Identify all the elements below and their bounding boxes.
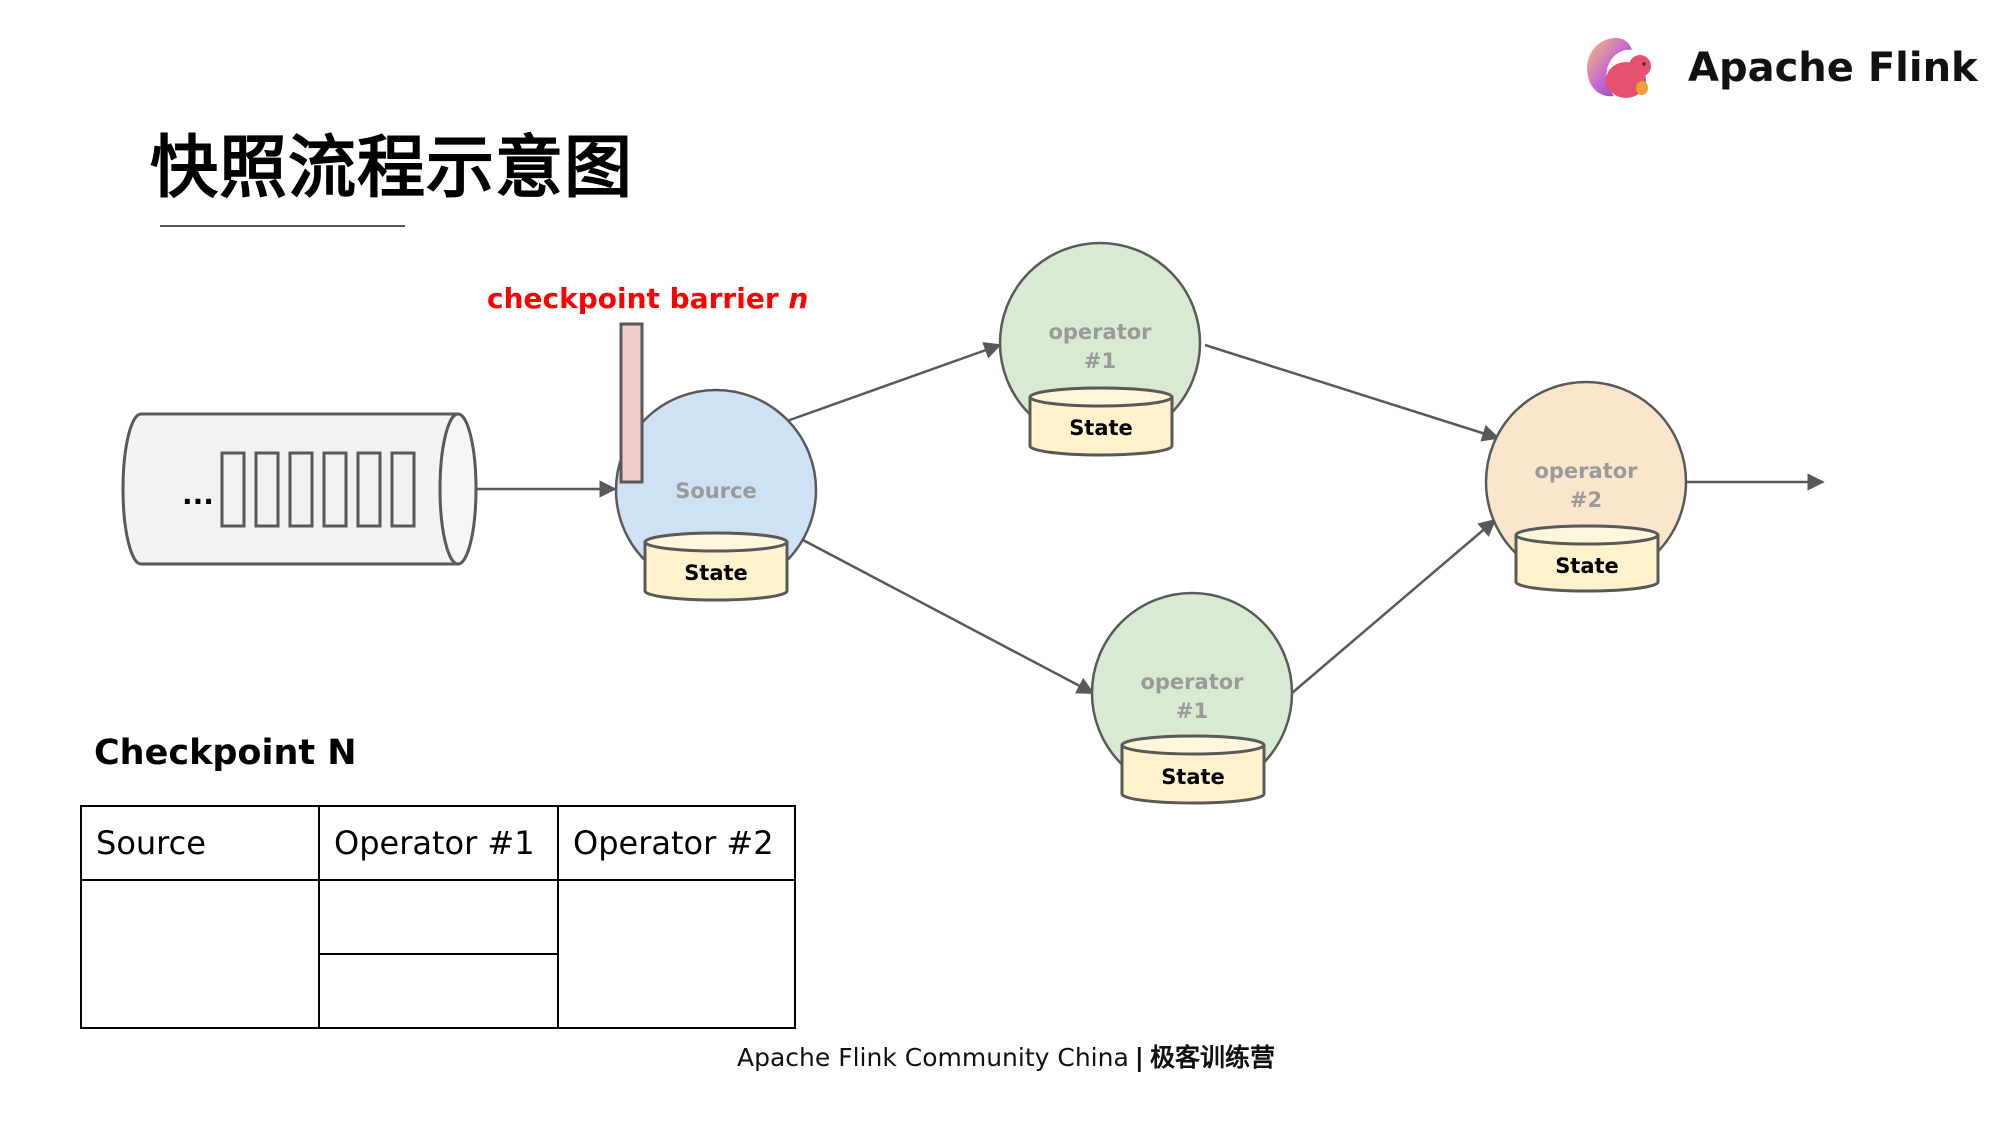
- node-operator1-top-label: operator: [1048, 320, 1152, 344]
- footer-community: Apache Flink Community China: [737, 1043, 1129, 1072]
- node-operator1-top-number: #1: [1084, 349, 1116, 373]
- stream-ellipsis: ...: [182, 478, 214, 511]
- operator1-bottom-state-label: State: [1161, 765, 1225, 789]
- cell-operator2-snapshot: [557, 879, 796, 1029]
- cell-source-snapshot: [80, 879, 320, 1029]
- column-header-source: Source: [80, 805, 320, 881]
- node-source: Source State: [614, 388, 818, 602]
- checkpoint-table: Source Operator #1 Operator #2: [80, 805, 796, 1029]
- checkpoint-heading: Checkpoint N: [94, 733, 357, 773]
- operator1-top-state-store: State: [1028, 386, 1174, 457]
- column-header-operator1: Operator #1: [318, 805, 559, 881]
- node-operator1-bottom: operator #1 State: [1090, 591, 1294, 805]
- node-operator1-top: operator #1 State: [998, 241, 1202, 457]
- edge-op1-top-to-op2: [1204, 343, 1500, 442]
- cell-operator1-snapshot-a: [318, 879, 559, 955]
- source-state-label: State: [684, 561, 748, 585]
- checkpoint-table-header: Source Operator #1 Operator #2: [80, 805, 796, 881]
- node-operator2-label: operator: [1534, 459, 1638, 483]
- operator2-state-label: State: [1555, 554, 1619, 578]
- input-stream: ...: [121, 412, 478, 566]
- operator1-top-state-label: State: [1069, 416, 1133, 440]
- column-header-operator2: Operator #2: [557, 805, 796, 881]
- checkpoint-barrier-label: checkpoint barrier n: [487, 282, 808, 315]
- footer-separator: |: [1134, 1043, 1144, 1072]
- checkpoint-barrier: [619, 322, 644, 484]
- footer-camp: 极客训练营: [1149, 1043, 1275, 1072]
- operator2-state-store: State: [1514, 524, 1660, 593]
- node-operator1-bottom-label: operator: [1140, 670, 1244, 694]
- cell-operator1-snapshot-b: [318, 953, 559, 1029]
- edge-op1-bottom-to-op2: [1291, 518, 1497, 694]
- node-operator2-number: #2: [1570, 488, 1602, 512]
- checkpoint-table-row: [80, 879, 796, 1029]
- node-operator1-bottom-number: #1: [1176, 699, 1208, 723]
- source-state-store: State: [643, 531, 789, 602]
- edge-source-to-op1-bottom: [802, 538, 1095, 695]
- node-source-label: Source: [675, 479, 757, 503]
- node-operator2: operator #2 State: [1484, 380, 1688, 593]
- edge-source-to-op1-top: [786, 342, 1002, 423]
- operator1-bottom-state-store: State: [1120, 734, 1266, 805]
- footer: Apache Flink Community China | 极客训练营: [737, 1038, 1275, 1074]
